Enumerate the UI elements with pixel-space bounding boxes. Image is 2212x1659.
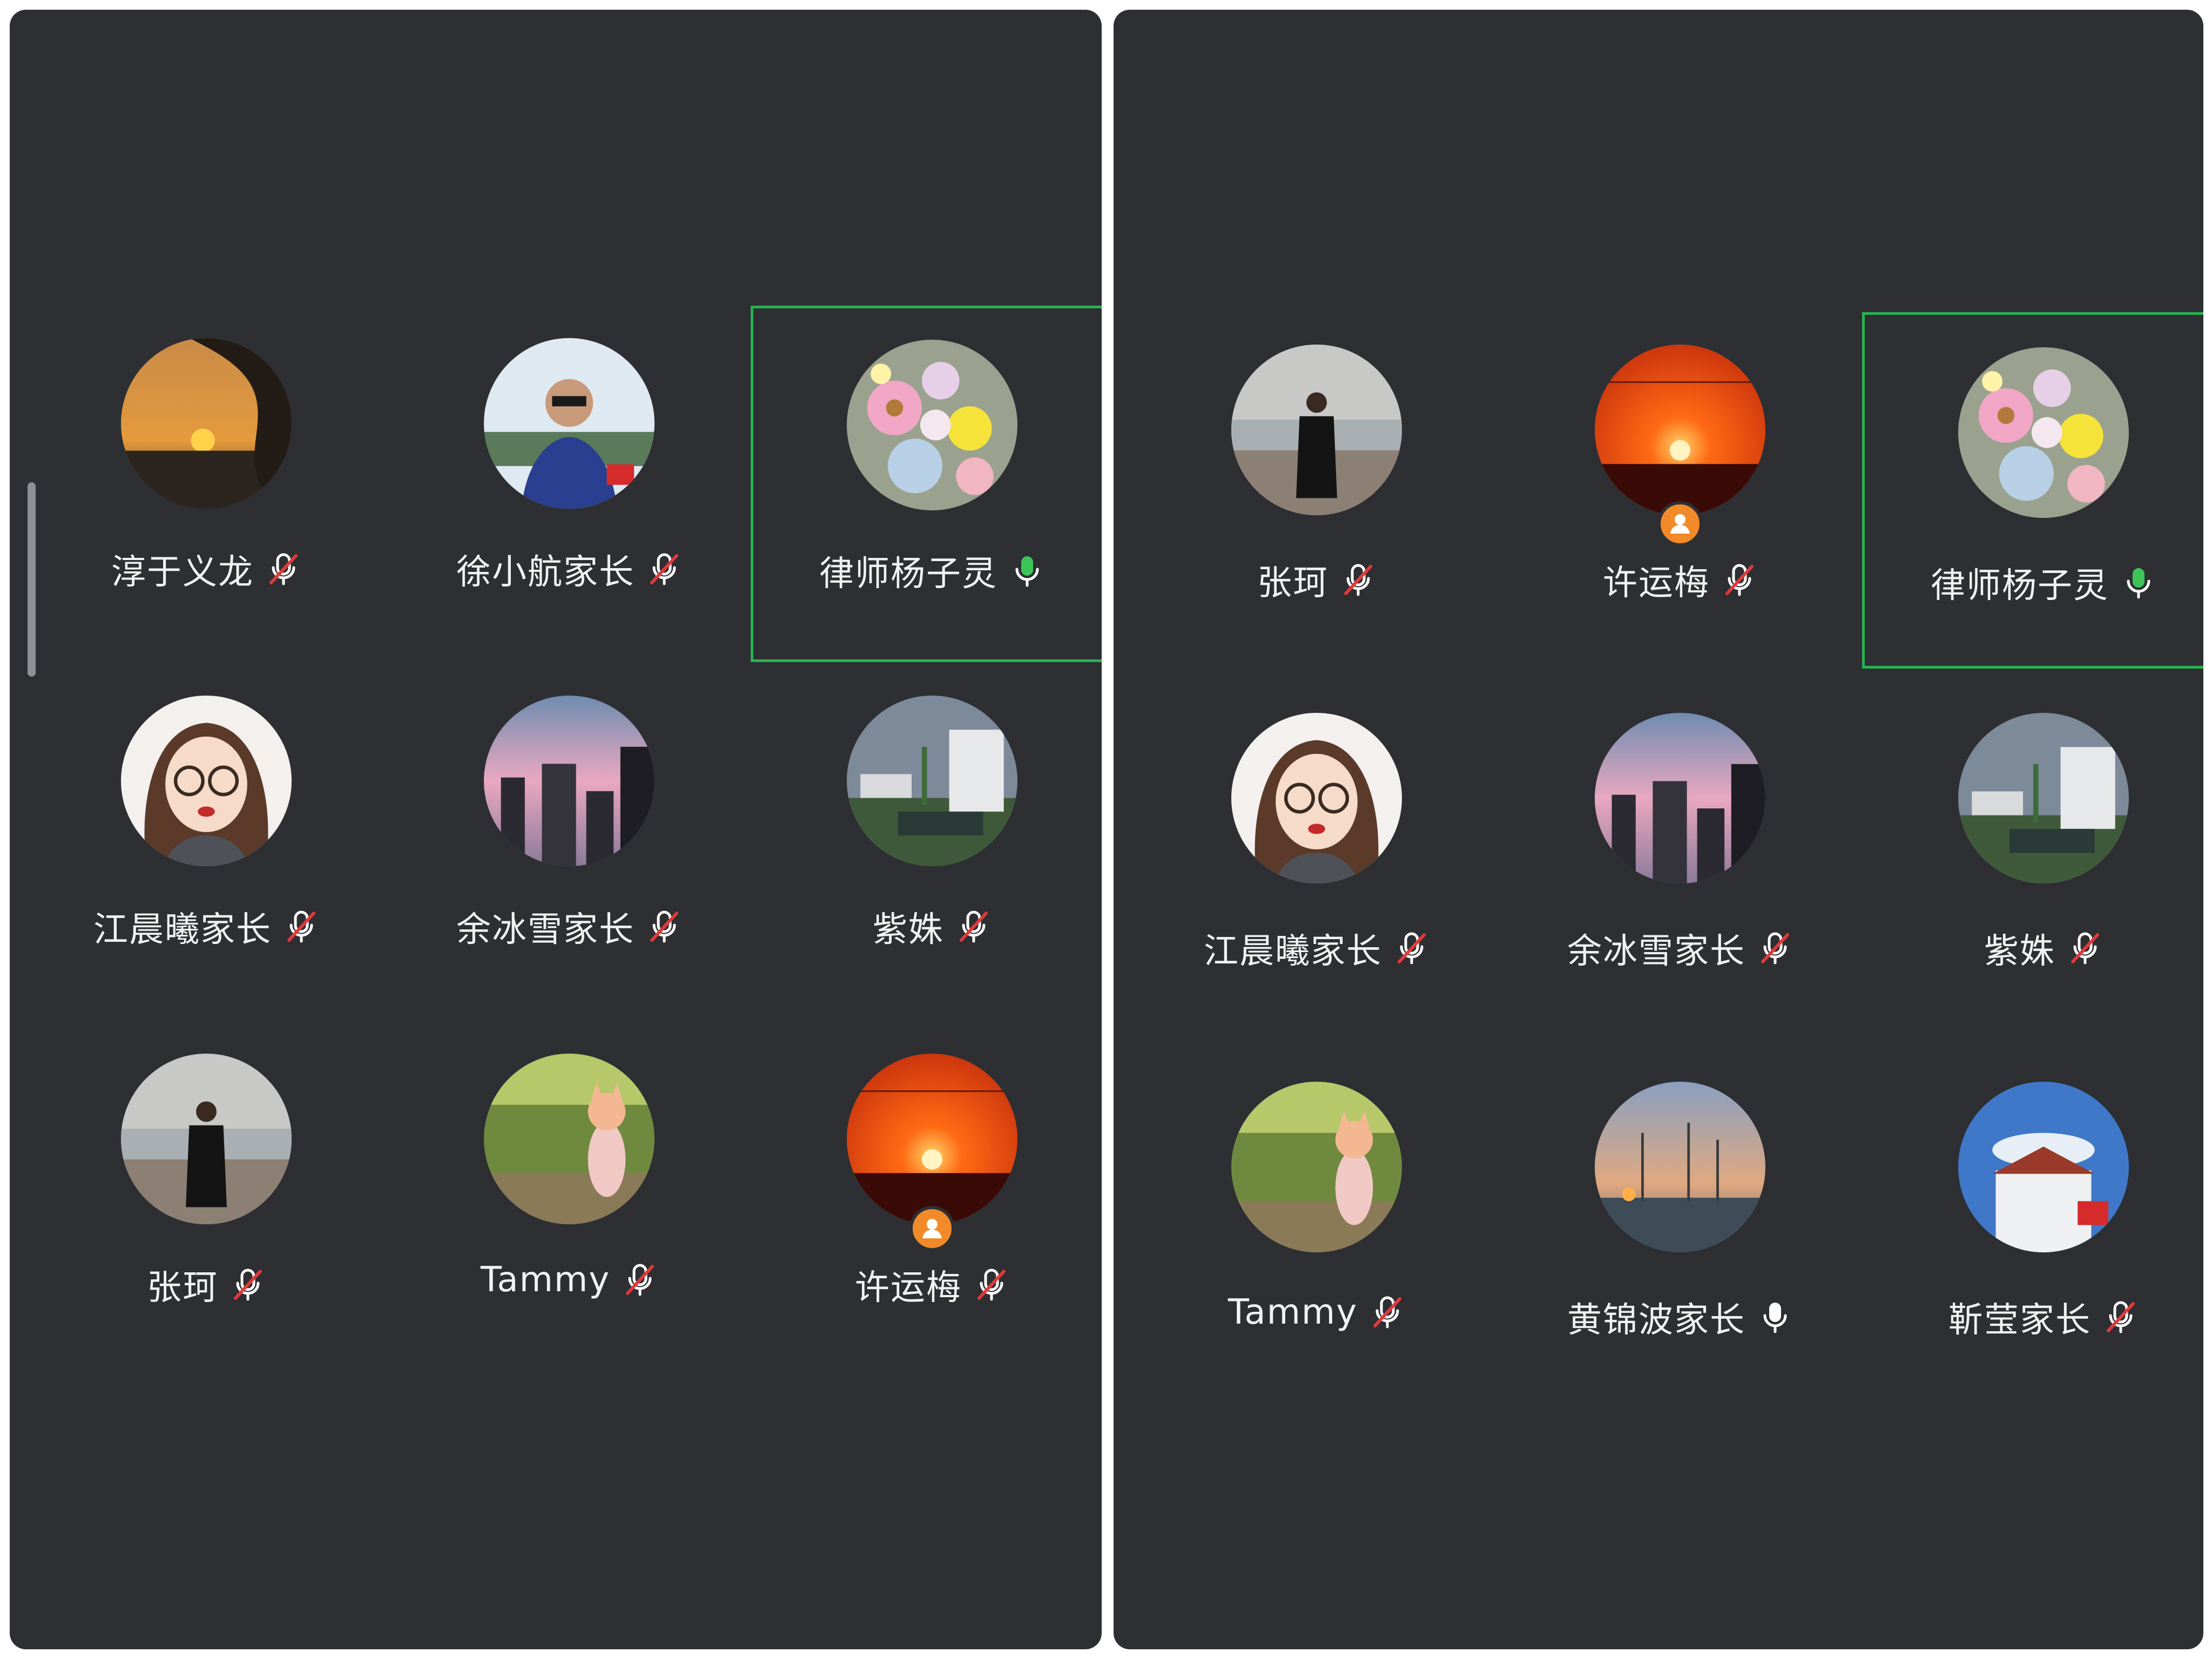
participant-name: 江晨曦家长 bbox=[1204, 932, 1382, 972]
speaking-mic-icon[interactable] bbox=[2121, 565, 2156, 601]
participant-tile[interactable]: 紫姝 bbox=[1862, 680, 2203, 1037]
participant-name: 黄锦波家长 bbox=[1567, 1300, 1745, 1340]
participant-name: 紫姝 bbox=[873, 910, 944, 950]
muted-mic-icon[interactable] bbox=[230, 1267, 266, 1303]
participant-label: 黄锦波家长 bbox=[1499, 1292, 1862, 1342]
participant-label: 张珂 bbox=[25, 1260, 388, 1310]
participant-label: 律师杨子灵 bbox=[753, 546, 1102, 596]
participant-name: 淳于义龙 bbox=[111, 552, 254, 592]
participant-label: 靳莹家长 bbox=[1862, 1292, 2203, 1342]
participant-tile[interactable]: 余冰雪家长 bbox=[1499, 680, 1862, 1037]
participant-tile[interactable]: Tammy bbox=[388, 1022, 751, 1379]
participant-name: 许运梅 bbox=[1603, 563, 1710, 603]
muted-mic-icon[interactable] bbox=[622, 1262, 658, 1298]
sunset-reflection-avatar bbox=[1595, 1082, 1765, 1252]
muted-mic-icon[interactable] bbox=[956, 909, 992, 945]
plush-fox-garden-avatar bbox=[484, 1054, 655, 1224]
muted-mic-icon[interactable] bbox=[1757, 930, 1793, 966]
muted-mic-icon[interactable] bbox=[974, 1267, 1009, 1303]
muted-mic-icon[interactable] bbox=[284, 909, 319, 945]
plush-fox-garden-avatar bbox=[1231, 1082, 1402, 1252]
muted-mic-icon[interactable] bbox=[266, 551, 301, 587]
participant-name: 张珂 bbox=[147, 1268, 218, 1308]
participant-tile[interactable]: 许运梅 bbox=[751, 1022, 1102, 1379]
participant-tile[interactable]: 江晨曦家长 bbox=[25, 664, 388, 1021]
participant-label: 淳于义龙 bbox=[25, 544, 388, 594]
participant-name: Tammy bbox=[480, 1260, 611, 1300]
flower-bouquet-avatar bbox=[1958, 347, 2129, 518]
participant-tile[interactable]: 余冰雪家长 bbox=[388, 664, 751, 1021]
participant-name: 紫姝 bbox=[1984, 932, 2055, 972]
participant-label: 余冰雪家长 bbox=[388, 902, 751, 952]
participant-name: Tammy bbox=[1228, 1292, 1358, 1332]
speaking-mic-icon[interactable] bbox=[1009, 553, 1045, 589]
muted-mic-icon[interactable] bbox=[2103, 1299, 2139, 1335]
participant-name: 余冰雪家长 bbox=[456, 910, 635, 950]
woman-lakeside-avatar bbox=[121, 1054, 292, 1224]
participant-name: 徐小航家长 bbox=[456, 552, 635, 592]
muted-mic-icon[interactable] bbox=[646, 551, 682, 587]
participant-name: 余冰雪家长 bbox=[1567, 932, 1745, 972]
participant-label: 余冰雪家长 bbox=[1499, 923, 1862, 973]
muted-mic-icon[interactable] bbox=[1370, 1294, 1405, 1330]
participant-tile[interactable]: Tammy bbox=[1135, 1049, 1498, 1406]
red-sunset-avatar bbox=[847, 1054, 1017, 1224]
red-sunset-avatar bbox=[1595, 345, 1765, 515]
participant-name: 律师杨子灵 bbox=[1931, 566, 2109, 606]
muted-mic-icon[interactable] bbox=[1722, 562, 1757, 598]
sunset-silhouette-avatar bbox=[121, 338, 292, 509]
participant-label: Tammy bbox=[388, 1260, 751, 1300]
participant-tile[interactable]: 淳于义龙 bbox=[25, 307, 388, 663]
participant-tile[interactable]: 紫姝 bbox=[751, 664, 1102, 1021]
participant-tile[interactable]: 张珂 bbox=[25, 1022, 388, 1379]
participant-label: 紫姝 bbox=[751, 902, 1102, 952]
muted-mic-icon[interactable] bbox=[1394, 930, 1429, 966]
muted-mic-icon[interactable] bbox=[1340, 562, 1376, 598]
participant-tile[interactable]: 徐小航家长 bbox=[388, 307, 751, 663]
participant-label: 徐小航家长 bbox=[388, 544, 751, 594]
pink-sky-buildings-avatar bbox=[1595, 713, 1765, 884]
participant-label: 江晨曦家长 bbox=[1135, 923, 1498, 973]
participant-name: 江晨曦家长 bbox=[93, 910, 272, 950]
participant-label: 张珂 bbox=[1135, 555, 1498, 605]
participant-label: 许运梅 bbox=[751, 1260, 1102, 1310]
participant-label: 律师杨子灵 bbox=[1865, 558, 2203, 608]
muted-mic-icon[interactable] bbox=[2067, 930, 2103, 966]
participant-tile[interactable]: 律师杨子灵 bbox=[1862, 312, 2203, 669]
illustrated-girl-avatar bbox=[1231, 713, 1402, 884]
participant-tile[interactable]: 黄锦波家长 bbox=[1499, 1049, 1862, 1406]
pink-sky-buildings-avatar bbox=[484, 696, 655, 866]
blue-sky-house-avatar bbox=[1958, 1082, 2129, 1252]
participant-label: Tammy bbox=[1135, 1292, 1498, 1332]
man-sunglasses-avatar bbox=[484, 338, 655, 509]
participant-name: 张珂 bbox=[1257, 563, 1328, 603]
open-mic-icon[interactable] bbox=[1757, 1299, 1793, 1335]
participant-tile[interactable]: 许运梅 bbox=[1499, 312, 1862, 669]
participant-tile[interactable]: 靳莹家长 bbox=[1862, 1049, 2203, 1406]
participant-label: 紫姝 bbox=[1862, 923, 2203, 973]
left-meeting-panel: 淳于义龙 徐小航家长 律师杨子灵 江晨曦家长 余冰雪家长 紫姝 张珂 Tammy… bbox=[10, 10, 1102, 1649]
right-meeting-panel: 张珂 许运梅 律师杨子灵 江晨曦家长 余冰雪家长 紫姝 Tammy 黄锦波家长 … bbox=[1114, 10, 2203, 1649]
woman-lakeside-avatar bbox=[1231, 345, 1402, 515]
participant-tile[interactable]: 张珂 bbox=[1135, 312, 1498, 669]
villa-garden-avatar bbox=[847, 696, 1017, 866]
flower-bouquet-avatar bbox=[847, 340, 1017, 510]
participant-label: 许运梅 bbox=[1499, 555, 1862, 605]
villa-garden-avatar bbox=[1958, 713, 2129, 884]
host-icon bbox=[1657, 501, 1703, 547]
participant-tile[interactable]: 江晨曦家长 bbox=[1135, 680, 1498, 1037]
muted-mic-icon[interactable] bbox=[646, 909, 682, 945]
participant-name: 许运梅 bbox=[855, 1268, 962, 1308]
illustrated-girl-avatar bbox=[121, 696, 292, 866]
participant-name: 律师杨子灵 bbox=[819, 554, 997, 594]
participant-tile[interactable]: 律师杨子灵 bbox=[751, 306, 1102, 662]
participant-name: 靳莹家长 bbox=[1948, 1300, 2091, 1340]
host-icon bbox=[909, 1206, 955, 1251]
participant-label: 江晨曦家长 bbox=[25, 902, 388, 952]
